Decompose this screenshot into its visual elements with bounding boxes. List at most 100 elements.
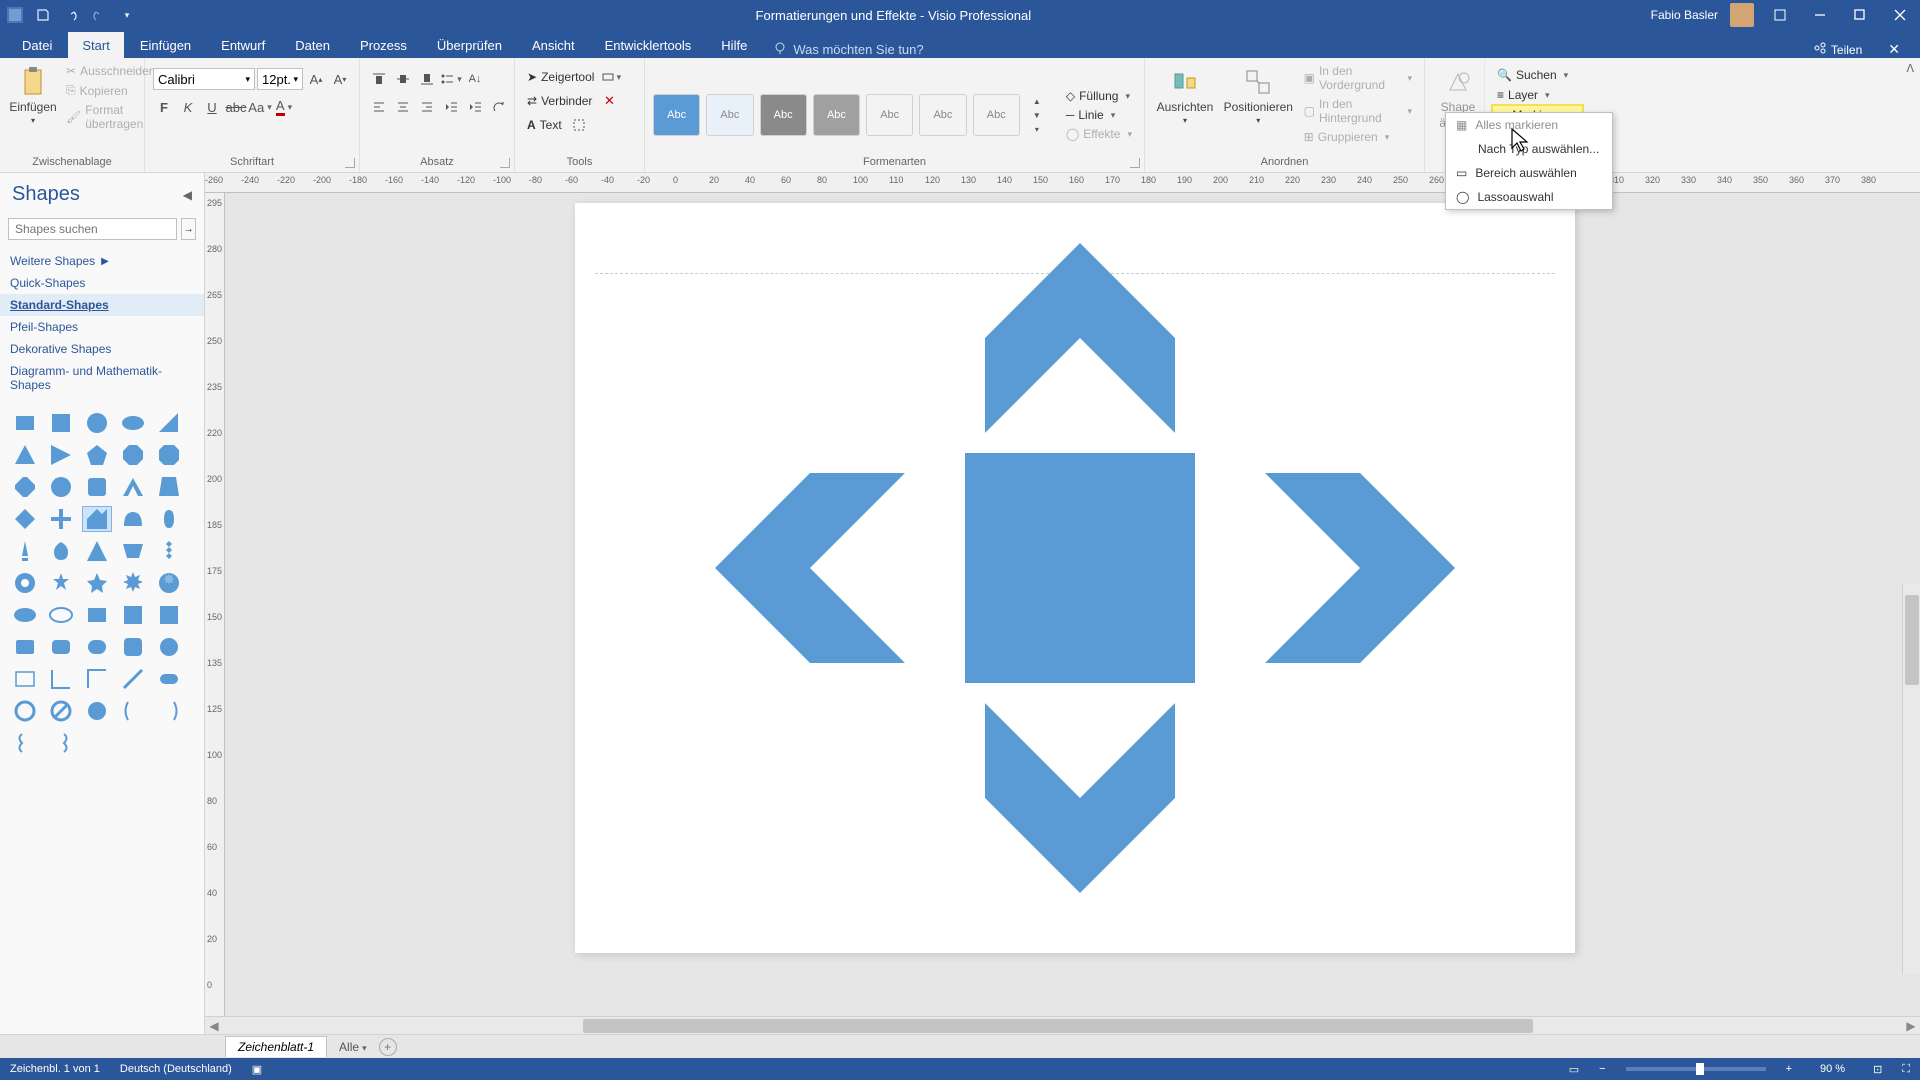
tab-start[interactable]: Start [68, 32, 123, 58]
shape-gallery-item[interactable] [46, 602, 76, 628]
style-gallery-more[interactable]: ▾ [1026, 122, 1048, 136]
sheet-all-button[interactable]: Alle [339, 1040, 367, 1054]
shape-gallery-item[interactable] [46, 442, 76, 468]
shape-gallery-item[interactable] [46, 538, 76, 564]
font-dialog-launcher[interactable] [345, 158, 355, 168]
shape-gallery-item[interactable] [154, 474, 184, 500]
shape-gallery-item[interactable] [154, 602, 184, 628]
tab-prozess[interactable]: Prozess [346, 32, 421, 58]
shape-gallery-item[interactable] [154, 506, 184, 532]
shape-gallery-item[interactable] [82, 570, 112, 596]
macro-record-icon[interactable]: ▣ [252, 1063, 262, 1076]
vertical-scrollbar[interactable] [1902, 583, 1920, 974]
shape-gallery-item[interactable] [118, 634, 148, 660]
shape-gallery-item[interactable] [82, 666, 112, 692]
shape-gallery-item[interactable] [154, 570, 184, 596]
style-scroll-up[interactable]: ▲ [1026, 94, 1048, 108]
shape-gallery-item[interactable] [82, 474, 112, 500]
shape-gallery-item[interactable] [154, 410, 184, 436]
hscroll-thumb[interactable] [583, 1019, 1533, 1033]
close-icon[interactable] [1886, 5, 1914, 25]
connector-tool-button[interactable]: ⇄Verbinder [523, 92, 596, 110]
select-area-item[interactable]: ▭Bereich auswählen [1446, 161, 1612, 185]
ribbon-options-icon[interactable] [1766, 5, 1794, 25]
shape-gallery-item[interactable] [10, 506, 40, 532]
align-center-button[interactable] [392, 96, 414, 118]
shape-gallery-item[interactable] [10, 730, 40, 756]
shape-gallery-item[interactable] [46, 666, 76, 692]
strikethrough-button[interactable]: abc [225, 96, 247, 118]
tab-ansicht[interactable]: Ansicht [518, 32, 589, 58]
collapse-shapes-icon[interactable]: ◀ [183, 188, 192, 202]
send-back-button[interactable]: ▢In den Hintergrund [1300, 95, 1416, 127]
collapse-ribbon-icon[interactable]: ᐱ [1906, 62, 1914, 75]
shape-chevron-left[interactable] [715, 473, 905, 663]
sheet-tab-1[interactable]: Zeichenblatt-1 [225, 1036, 327, 1057]
select-lasso-item[interactable]: ◯Lassoauswahl [1446, 185, 1612, 209]
more-shapes-item[interactable]: Weitere Shapes▶ [0, 250, 204, 272]
shape-gallery-item[interactable] [118, 698, 148, 724]
layer-button[interactable]: ≡Layer [1493, 86, 1554, 104]
shape-gallery-item[interactable] [10, 666, 40, 692]
shape-gallery-item[interactable] [10, 442, 40, 468]
minimize-icon[interactable] [1806, 5, 1834, 25]
bold-button[interactable]: F [153, 96, 175, 118]
shape-gallery-item[interactable] [10, 538, 40, 564]
shape-gallery-item[interactable] [82, 698, 112, 724]
user-name[interactable]: Fabio Basler [1651, 8, 1718, 22]
save-icon[interactable] [34, 6, 52, 24]
shape-gallery-item[interactable] [118, 442, 148, 468]
shape-gallery-item[interactable] [10, 410, 40, 436]
decrease-indent-button[interactable] [440, 96, 462, 118]
ink-tool-button[interactable] [568, 114, 590, 136]
line-button[interactable]: ─Linie [1062, 106, 1136, 124]
shape-square-center[interactable] [965, 453, 1195, 683]
zoom-out-icon[interactable]: − [1599, 1063, 1605, 1075]
style-preset-2[interactable]: Abc [706, 94, 753, 136]
shape-gallery-item[interactable] [118, 474, 148, 500]
align-middle-button[interactable] [392, 68, 414, 90]
increase-indent-button[interactable] [464, 96, 486, 118]
style-scroll-down[interactable]: ▼ [1026, 108, 1048, 122]
maximize-icon[interactable] [1846, 5, 1874, 25]
shape-gallery-item[interactable] [10, 474, 40, 500]
paragraph-dialog-launcher[interactable] [500, 158, 510, 168]
stencil-diagram[interactable]: Diagramm- und Mathematik-Shapes [0, 360, 204, 396]
align-top-button[interactable] [368, 68, 390, 90]
shape-gallery-item[interactable] [154, 698, 184, 724]
align-right-button[interactable] [416, 96, 438, 118]
group-button[interactable]: ⊞Gruppieren [1300, 128, 1416, 146]
effects-button[interactable]: ◯Effekte [1062, 125, 1136, 143]
avatar[interactable] [1730, 3, 1754, 27]
tab-einfuegen[interactable]: Einfügen [126, 32, 205, 58]
align-bottom-button[interactable] [416, 68, 438, 90]
vscroll-thumb[interactable] [1905, 595, 1919, 685]
shape-gallery-item[interactable] [46, 634, 76, 660]
drawing-page[interactable] [575, 203, 1575, 953]
scroll-right-icon[interactable]: ▶ [1902, 1019, 1920, 1033]
shape-gallery-item[interactable] [154, 538, 184, 564]
undo-icon[interactable] [62, 6, 80, 24]
shape-gallery-item[interactable] [118, 506, 148, 532]
bring-front-button[interactable]: ▣In den Vordergrund [1300, 62, 1416, 94]
shape-gallery-item[interactable] [154, 442, 184, 468]
shape-gallery-item[interactable] [46, 506, 76, 532]
shape-gallery-item[interactable] [118, 570, 148, 596]
shape-gallery-item[interactable] [10, 602, 40, 628]
shapes-search-go[interactable]: → [181, 218, 196, 240]
stencil-decorative[interactable]: Dekorative Shapes [0, 338, 204, 360]
rotate-text-button[interactable] [488, 96, 510, 118]
tab-hilfe[interactable]: Hilfe [707, 32, 761, 58]
shape-gallery-item[interactable] [10, 698, 40, 724]
shape-gallery-item[interactable] [46, 570, 76, 596]
rectangle-tool-button[interactable] [600, 66, 622, 88]
text-tool-button[interactable]: AText [523, 116, 566, 134]
style-preset-4[interactable]: Abc [813, 94, 860, 136]
zoom-level[interactable]: 90 % [1820, 1063, 1845, 1075]
status-language[interactable]: Deutsch (Deutschland) [120, 1063, 232, 1075]
tab-entwicklertools[interactable]: Entwicklertools [591, 32, 706, 58]
change-case-button[interactable]: Aa [249, 96, 271, 118]
stencil-standard[interactable]: Standard-Shapes [0, 294, 204, 316]
align-button[interactable]: Ausrichten▾ [1153, 62, 1217, 129]
shape-gallery-item[interactable] [154, 634, 184, 660]
